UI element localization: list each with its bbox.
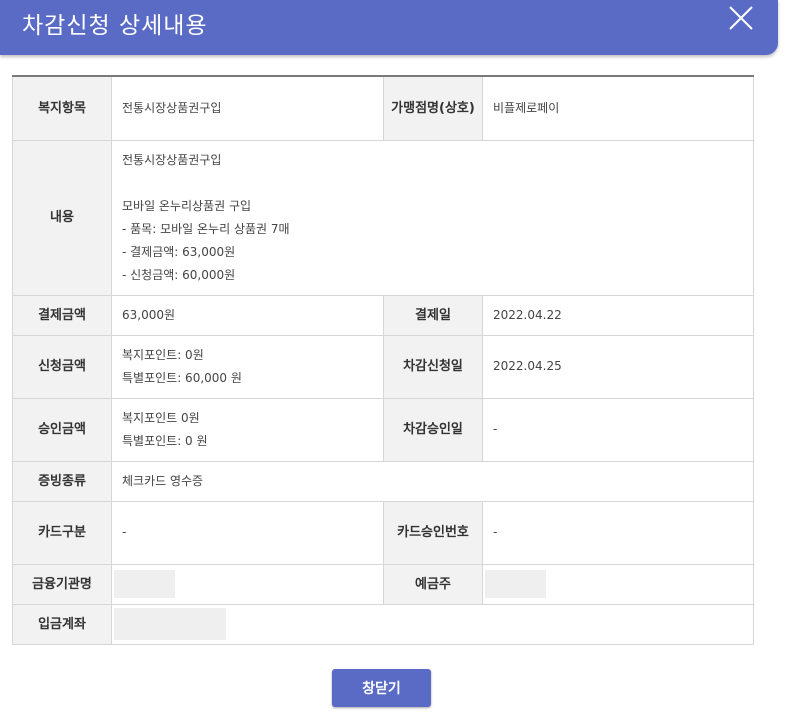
label-payment-date: 결제일 — [383, 294, 483, 336]
value-request-amount: 복지포인트: 0원 특별포인트: 60,000 원 — [111, 334, 384, 399]
value-payment-date: 2022.04.22 — [482, 294, 754, 336]
value-receipt-type: 체크카드 영수증 — [111, 460, 754, 502]
label-deduction-request-date: 차감신청일 — [383, 334, 483, 399]
value-merchant: 비플제로페이 — [482, 75, 754, 141]
label-approved-amount: 승인금액 — [12, 397, 112, 462]
label-content: 내용 — [12, 139, 112, 296]
value-account-holder — [482, 563, 754, 605]
dialog-title: 차감신청 상세내용 — [22, 13, 208, 39]
label-card-approval-no: 카드승인번호 — [383, 500, 483, 565]
redacted-bank-name — [114, 570, 175, 598]
label-receipt-type: 증빙종류 — [12, 460, 112, 502]
label-deposit-account: 입금계좌 — [12, 603, 112, 645]
label-welfare-item: 복지항목 — [12, 75, 112, 141]
table-row: 복지항목 전통시장상품권구입 가맹점명(상호) 비플제로페이 — [12, 75, 754, 141]
label-payment-amount: 결제금액 — [12, 294, 112, 336]
table-row: 승인금액 복지포인트 0원 특별포인트: 0 원 차감승인일 - — [12, 397, 754, 462]
detail-table: 복지항목 전통시장상품권구입 가맹점명(상호) 비플제로페이 내용 전통시장상품… — [12, 75, 754, 645]
label-deduction-approval-date: 차감승인일 — [383, 397, 483, 462]
value-welfare-item: 전통시장상품권구입 — [111, 75, 384, 141]
table-row: 입금계좌 — [12, 603, 754, 645]
label-merchant: 가맹점명(상호) — [383, 75, 483, 141]
label-card-type: 카드구분 — [12, 500, 112, 565]
table-row: 내용 전통시장상품권구입 모바일 온누리상품권 구입 - 품목: 모바일 온누리… — [12, 139, 754, 296]
table-row: 신청금액 복지포인트: 0원 특별포인트: 60,000 원 차감신청일 202… — [12, 334, 754, 399]
table-row: 결제금액 63,000원 결제일 2022.04.22 — [12, 294, 754, 336]
table-row: 증빙종류 체크카드 영수증 — [12, 460, 754, 502]
redacted-account-holder — [485, 570, 546, 598]
value-deposit-account — [111, 603, 754, 645]
table-row: 카드구분 - 카드승인번호 - — [12, 500, 754, 565]
label-request-amount: 신청금액 — [12, 334, 112, 399]
redacted-deposit-account — [114, 608, 226, 640]
label-account-holder: 예금주 — [383, 563, 483, 605]
value-content: 전통시장상품권구입 모바일 온누리상품권 구입 - 품목: 모바일 온누리 상품… — [111, 139, 754, 296]
value-approved-amount: 복지포인트 0원 특별포인트: 0 원 — [111, 397, 384, 462]
value-card-approval-no: - — [482, 500, 754, 565]
label-bank-name: 금융기관명 — [12, 563, 112, 605]
value-deduction-approval-date: - — [482, 397, 754, 462]
table-row: 금융기관명 예금주 — [12, 563, 754, 605]
value-deduction-request-date: 2022.04.25 — [482, 334, 754, 399]
close-window-button[interactable]: 창닫기 — [332, 669, 431, 707]
value-card-type: - — [111, 500, 384, 565]
value-bank-name — [111, 563, 384, 605]
value-payment-amount: 63,000원 — [111, 294, 384, 336]
close-icon[interactable] — [728, 5, 754, 31]
dialog-header: 차감신청 상세내용 — [0, 0, 778, 55]
